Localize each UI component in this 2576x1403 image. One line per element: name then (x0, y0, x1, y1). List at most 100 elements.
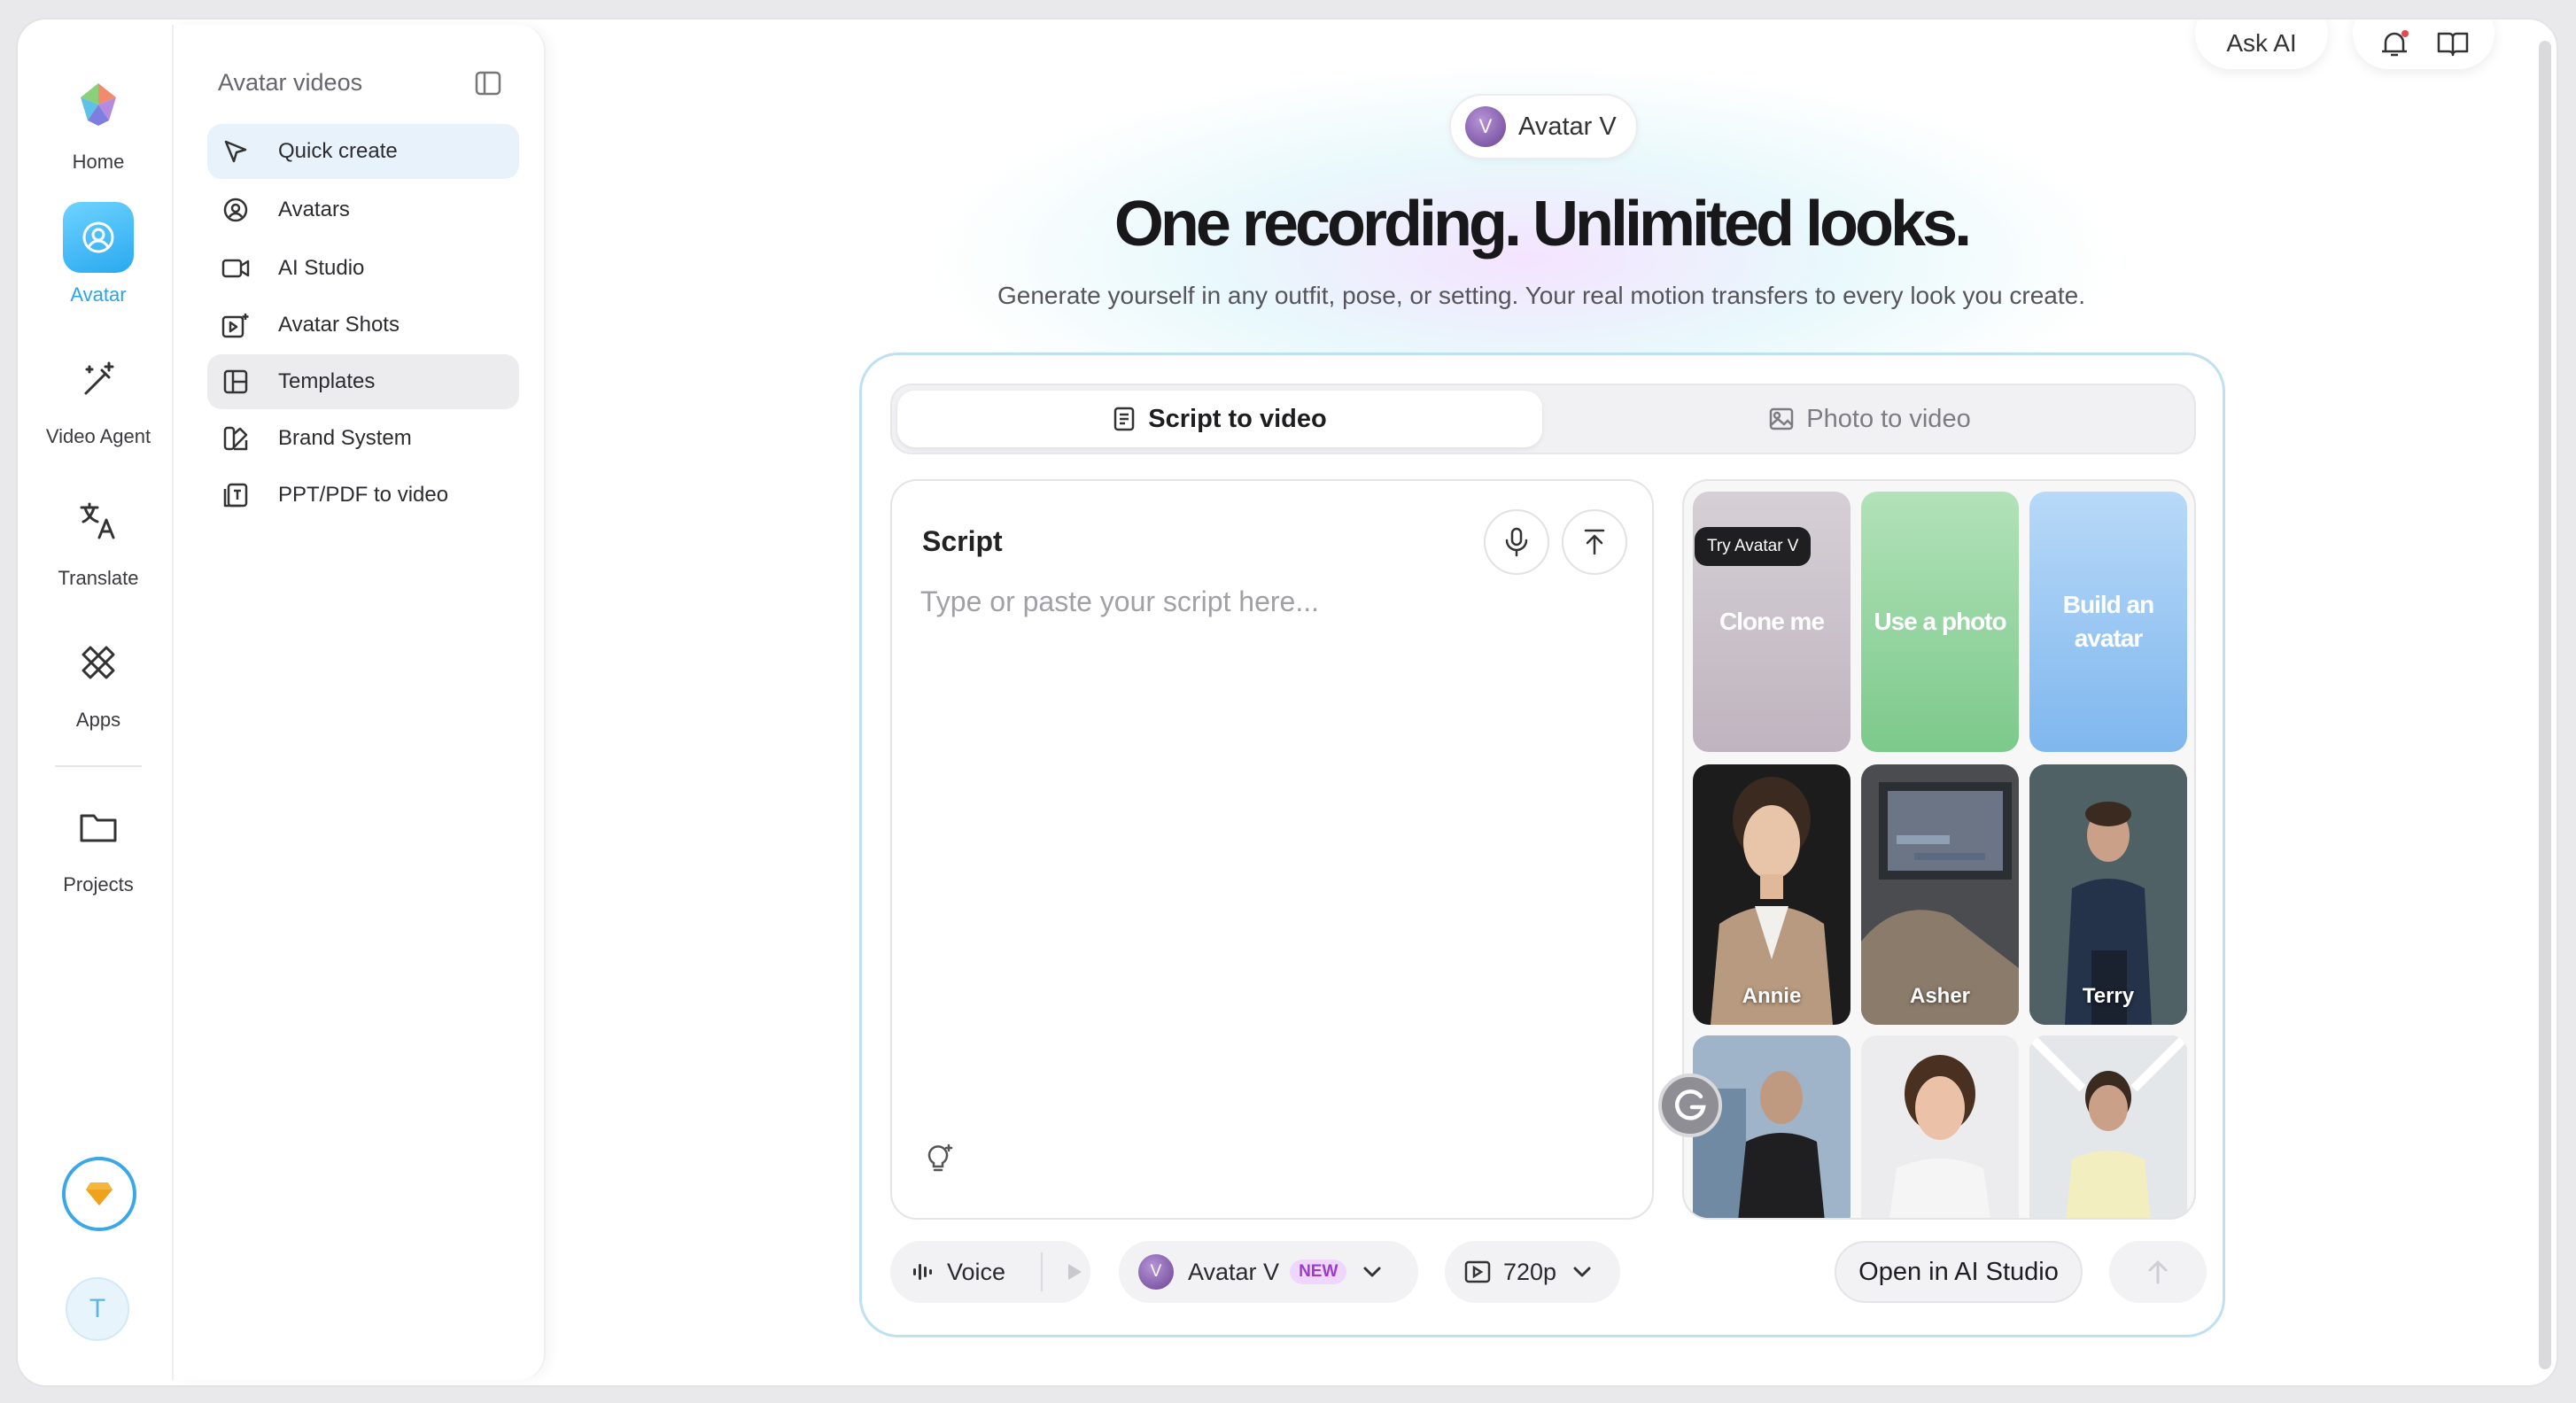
resolution-label: 720p (1503, 1258, 1557, 1285)
grammarly-button[interactable] (1658, 1074, 1722, 1137)
tab-script-to-video[interactable]: Script to video (897, 391, 1542, 447)
script-input[interactable] (920, 585, 1629, 1081)
page-scrollbar[interactable] (2539, 41, 2551, 1369)
avatar-portrait-image (1693, 1035, 1851, 1218)
rail-divider (55, 765, 142, 767)
new-badge: NEW (1290, 1260, 1347, 1284)
sidebar-item-templates[interactable]: Templates (207, 354, 519, 409)
chevron-down-icon (1362, 1266, 1382, 1278)
rail-label-projects: Projects (63, 873, 134, 895)
sidebar-title: Avatar videos (218, 69, 363, 96)
resolution-selector[interactable]: 720p (1445, 1241, 1620, 1303)
record-voice-button[interactable] (1484, 509, 1549, 575)
script-title: Script (922, 525, 1003, 557)
build-avatar-label: Build an avatar (2062, 591, 2154, 652)
document-icon (220, 479, 252, 511)
sidebar-item-label: Avatar Shots (278, 313, 400, 337)
rail-item-apps[interactable]: Apps (23, 627, 174, 732)
tab-photo-to-video[interactable]: Photo to video (1548, 391, 2192, 447)
script-icon (1114, 407, 1135, 431)
avatar-tile-4[interactable] (1693, 1035, 1851, 1218)
avatar-tile-asher[interactable]: Asher (1861, 764, 2019, 1025)
avatar-model-label: Avatar V (1188, 1258, 1280, 1285)
use-photo-label: Use a photo (1874, 608, 2006, 636)
sidebar-item-label: Templates (278, 369, 376, 393)
avatar-tile-annie[interactable]: Annie (1693, 764, 1851, 1025)
sidebar-item-label: Quick create (278, 139, 398, 163)
app-window: Home Avatar Video Agent Translate Apps P… (16, 18, 2558, 1387)
avatar-name: Asher (1909, 984, 1971, 1008)
try-avatar-v-badge: Try Avatar V (1695, 527, 1812, 566)
sidebar-item-ppt-pdf[interactable]: PPT/PDF to video (207, 468, 519, 523)
top-actions-group (2353, 19, 2495, 69)
resolution-icon (1464, 1260, 1491, 1283)
rail-label-translate: Translate (58, 567, 139, 589)
page-subheadline: Generate yourself in any outfit, pose, o… (997, 282, 2085, 309)
sidebar-toggle-icon (475, 71, 501, 96)
mode-tabs: Script to video Photo to video (890, 384, 2196, 454)
rail-item-projects[interactable]: Projects (23, 792, 174, 896)
magic-wand-icon (63, 344, 134, 415)
image-icon (1770, 407, 1794, 430)
tab-label: Script to video (1148, 404, 1327, 433)
model-name: Avatar V (1518, 112, 1617, 141)
rail-label-apps: Apps (75, 709, 121, 731)
play-voice-icon[interactable] (1066, 1262, 1083, 1282)
chevron-down-icon (1572, 1266, 1592, 1278)
avatar-tile-5[interactable] (1861, 1035, 2019, 1218)
avatar-portrait-image (2029, 1035, 2187, 1218)
open-in-ai-studio-button[interactable]: Open in AI Studio (1835, 1241, 2083, 1303)
apps-icon (63, 627, 134, 698)
model-avatar-dot: V (1465, 106, 1506, 147)
script-ideas-button[interactable] (924, 1142, 954, 1174)
generate-button[interactable] (2109, 1241, 2207, 1303)
gem-icon (86, 1182, 113, 1205)
rail-item-translate[interactable]: Translate (23, 485, 174, 590)
rail-item-video-agent[interactable]: Video Agent (23, 344, 174, 448)
arrow-up-icon (2148, 1260, 2168, 1284)
sidebar-item-brand-system[interactable]: Brand System (207, 411, 519, 466)
cursor-icon (220, 136, 252, 167)
avatar-tile-terry[interactable]: Terry (2029, 764, 2187, 1025)
video-sparkle-icon (220, 309, 252, 341)
avatar-model-dot: V (1138, 1254, 1174, 1290)
script-panel: Script (890, 479, 1654, 1220)
avatar-name: Terry (2082, 984, 2135, 1008)
rail-label-home: Home (72, 151, 125, 173)
brand-icon (220, 422, 252, 454)
upload-script-button[interactable] (1562, 509, 1627, 575)
translate-icon (63, 485, 134, 556)
avatar-picker-panel: Clone me Try Avatar V Use a photo Build … (1682, 479, 2196, 1220)
avatar-tile-6[interactable] (2029, 1035, 2187, 1218)
sidebar-item-label: Brand System (278, 426, 412, 450)
upload-icon (1584, 529, 1605, 555)
tab-label: Photo to video (1806, 404, 1971, 433)
voice-label: Voice (947, 1258, 1006, 1285)
lightbulb-icon (927, 1143, 953, 1172)
ask-ai-label: Ask AI (2226, 29, 2297, 57)
avatar-model-selector[interactable]: V Avatar V NEW (1119, 1241, 1418, 1303)
user-avatar-button[interactable]: T (66, 1277, 129, 1341)
upgrade-gem-button[interactable] (62, 1157, 136, 1231)
clone-me-tile[interactable]: Clone me Try Avatar V (1693, 492, 1851, 752)
logo-icon (63, 69, 134, 140)
sidebar-item-label: PPT/PDF to video (278, 483, 449, 507)
book-icon[interactable] (2437, 30, 2469, 57)
rail-item-home[interactable]: Home (23, 69, 174, 174)
layout-icon (220, 366, 252, 398)
avatar-portrait-image (1861, 1035, 2019, 1218)
rail-label-video-agent: Video Agent (45, 425, 151, 447)
model-selector-pill[interactable]: V Avatar V (1449, 94, 1638, 159)
avatar-name: Annie (1742, 984, 1802, 1008)
use-photo-tile[interactable]: Use a photo (1861, 492, 2019, 752)
ask-ai-button[interactable]: Ask AI (2195, 19, 2328, 69)
bell-icon[interactable] (2378, 28, 2410, 58)
grammarly-icon (1675, 1089, 1706, 1120)
voice-selector[interactable]: Voice (890, 1241, 1090, 1303)
voice-divider (1041, 1252, 1044, 1291)
waveform-icon (913, 1264, 932, 1280)
build-avatar-tile[interactable]: Build an avatar (2029, 492, 2187, 752)
page-headline: One recording. Unlimited looks. (1113, 189, 1972, 260)
sidebar-collapse-button[interactable] (475, 71, 501, 96)
sidebar-item-quick-create[interactable]: Quick create (207, 124, 519, 179)
